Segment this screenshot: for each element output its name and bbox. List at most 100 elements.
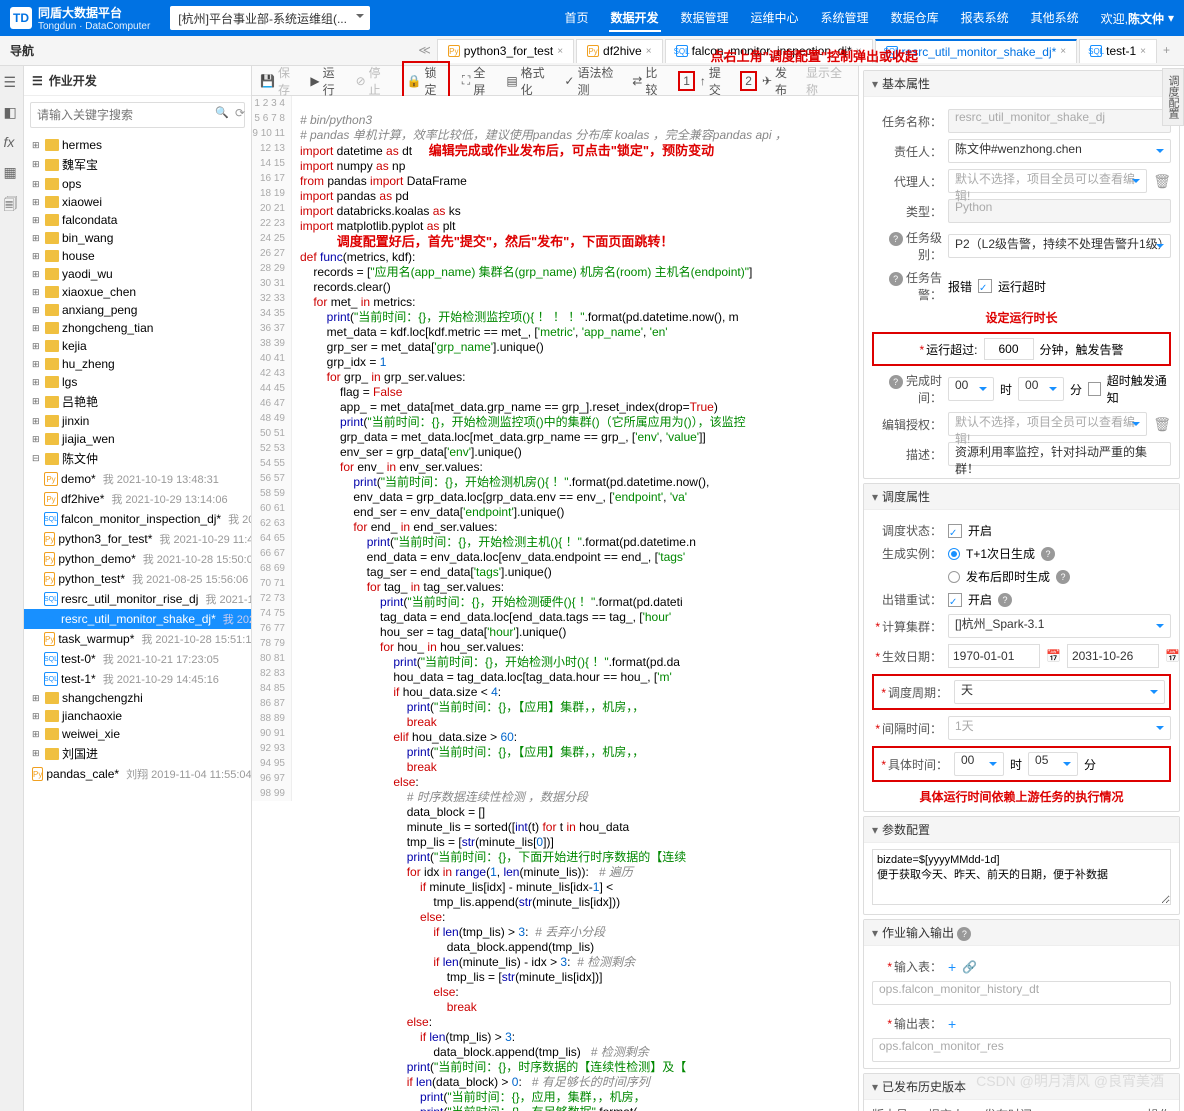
retry-checkbox[interactable] [948,593,962,607]
run-button[interactable]: ▶运行 [310,64,343,98]
format-button[interactable]: ▤格式化 [506,64,552,98]
tree-node[interactable]: ⊞shangchengzhi [24,689,251,707]
tree-node[interactable]: ⊞kejia [24,337,251,355]
history-title[interactable]: 已发布历史版本 [864,1074,1179,1100]
toggle-icon[interactable]: ⊞ [32,434,42,445]
toggle-icon[interactable]: ⊞ [32,729,42,740]
toggle-icon[interactable]: ⊞ [32,711,42,722]
calendar-icon[interactable]: 📅 [1165,649,1180,663]
gen-radio-2[interactable] [948,571,960,583]
user-name[interactable]: 陈文仲 [1128,10,1164,27]
calendar-icon[interactable]: 📅 [1046,649,1061,663]
finish-hour[interactable]: 00 [948,377,994,401]
toggle-icon[interactable]: ⊞ [32,693,42,704]
toggle-icon[interactable]: ⊞ [32,159,42,170]
toggle-icon[interactable]: ⊞ [32,377,42,388]
tree-node[interactable]: ⊞anxiang_peng [24,301,251,319]
tree-node[interactable]: ⊞xiaoxue_chen [24,283,251,301]
add-icon[interactable]: + [948,1016,956,1032]
tree-node[interactable]: Pydf2hive*我 2021-10-29 13:14:06 [24,489,251,509]
tree-node[interactable]: Pypython3_for_test*我 2021-10-29 11:49:..… [24,529,251,549]
proxy-select[interactable]: 默认不选择，项目全员可以查看编辑! [948,169,1147,193]
params-title[interactable]: 参数配置 [864,817,1179,843]
toggle-icon[interactable]: ⊞ [32,233,42,244]
config-tab[interactable]: 调度配置 [1162,68,1184,126]
tree-node[interactable]: Pytask_warmup*我 2021-10-28 15:51:17 [24,629,251,649]
toggle-icon[interactable]: ⊞ [32,287,42,298]
toggle-icon[interactable]: ⊞ [32,341,42,352]
tree-node[interactable]: Pypandas_cale*刘翔 2019-11-04 11:55:04 [24,764,251,784]
close-icon[interactable]: × [646,46,652,57]
close-icon[interactable]: × [856,46,862,57]
search-input[interactable] [30,102,245,128]
auth-select[interactable]: 默认不选择，项目全员可以查看编辑! [948,412,1147,436]
tree-node[interactable]: ⊞ops [24,175,251,193]
nav-dev[interactable]: 数据开发 [609,5,661,32]
trash-icon[interactable]: 🗑 [1153,173,1171,190]
timeout-notify-checkbox[interactable] [1088,382,1101,396]
tree-node[interactable]: SQLfalcon_monitor_inspection_dj*我 2021-.… [24,509,251,529]
close-icon[interactable]: × [1060,46,1066,57]
toggle-icon[interactable]: ⊞ [32,251,42,262]
tree-node[interactable]: ⊞jiajia_wen [24,430,251,448]
file-tab[interactable]: SQLfalcon_monitor_inspection_dj*× [665,39,873,63]
file-tab[interactable]: SQLresrc_util_monitor_shake_dj*× [875,39,1078,63]
refresh-icon[interactable]: ⟳ [235,106,245,120]
tree-node[interactable]: SQLtest-1*我 2021-10-29 14:45:16 [24,669,251,689]
rail-cube-icon[interactable]: ◧ [4,104,20,120]
submit-button[interactable]: 1↑提交 [678,64,728,98]
tree-node[interactable]: ⊞weiwei_xie [24,725,251,743]
tree-node[interactable]: ⊞lgs [24,373,251,391]
rail-fx-icon[interactable]: fx [4,134,20,150]
schedule-on-checkbox[interactable] [948,524,962,538]
toggle-icon[interactable]: ⊞ [32,396,42,407]
publish-button[interactable]: 2✈发布 [740,64,794,98]
tree-node[interactable]: Pypython_test*我 2021-08-25 15:56:06 [24,569,251,589]
runtime-input[interactable] [984,338,1034,360]
toggle-icon[interactable]: ⊞ [32,179,42,190]
compare-button[interactable]: ⇄比较 [632,64,666,98]
link-icon[interactable]: 🔗 [962,960,977,974]
toggle-icon[interactable]: ⊞ [32,140,42,151]
help-icon[interactable]: ? [889,232,903,246]
tree-node[interactable]: ⊞bin_wang [24,229,251,247]
file-tab[interactable]: Pypython3_for_test× [437,39,574,63]
toggle-icon[interactable]: ⊞ [32,305,42,316]
toggle-icon[interactable]: ⊞ [32,416,42,427]
code-editor[interactable]: 1 2 3 4 5 6 7 8 9 10 11 12 13 14 15 16 1… [252,96,858,1111]
cluster-select[interactable]: []杭州_Spark-3.1 [948,614,1171,638]
interval-select[interactable]: 1天 [948,716,1171,740]
tree-node[interactable]: ⊞hermes [24,136,251,154]
stop-button[interactable]: ⊘停止 [356,64,390,98]
add-icon[interactable]: + [948,959,956,975]
params-textarea[interactable] [872,849,1171,905]
tree-node[interactable]: ⊞xiaowei [24,193,251,211]
tabs-scroll-left-icon[interactable]: ≪ [414,39,435,63]
tree-node[interactable]: ⊞zhongcheng_tian [24,319,251,337]
toggle-icon[interactable]: ⊞ [32,197,42,208]
toggle-icon[interactable]: ⊞ [32,269,42,280]
nav-other[interactable]: 其他系统 [1029,5,1081,32]
tree-node[interactable]: ⊞falcondata [24,211,251,229]
nav-report[interactable]: 报表系统 [959,5,1011,32]
org-selector[interactable]: [杭州]平台事业部-系统运维组(... [170,6,370,30]
schedule-title[interactable]: 调度属性 [864,484,1179,510]
tree-node[interactable]: SQLtest-0*我 2021-10-21 17:23:05 [24,649,251,669]
chevron-down-icon[interactable]: ▾ [1168,11,1174,25]
trash-icon[interactable]: 🗑 [1153,416,1171,433]
gen-radio-1[interactable] [948,548,960,560]
date-to[interactable] [1067,644,1159,668]
time-min[interactable]: 05 [1028,752,1078,776]
close-icon[interactable]: × [557,46,563,57]
nav-home[interactable]: 首页 [562,5,590,32]
tree-node[interactable]: ⊟陈文仲 [24,448,251,469]
nav-mgmt[interactable]: 数据管理 [679,5,731,32]
toggle-icon[interactable]: ⊞ [32,359,42,370]
finish-min[interactable]: 00 [1018,377,1064,401]
rail-clip-icon[interactable]: 🗐 [4,194,20,210]
tree-node[interactable]: Pydemo*我 2021-10-19 13:48:31 [24,469,251,489]
tree-node[interactable]: ⊞jinxin [24,412,251,430]
tree-node[interactable]: SQLresrc_util_monitor_rise_dj我 2021-10-.… [24,589,251,609]
syntax-button[interactable]: ✓语法检测 [564,64,620,98]
file-tab[interactable]: SQLtest-1× [1079,39,1157,63]
